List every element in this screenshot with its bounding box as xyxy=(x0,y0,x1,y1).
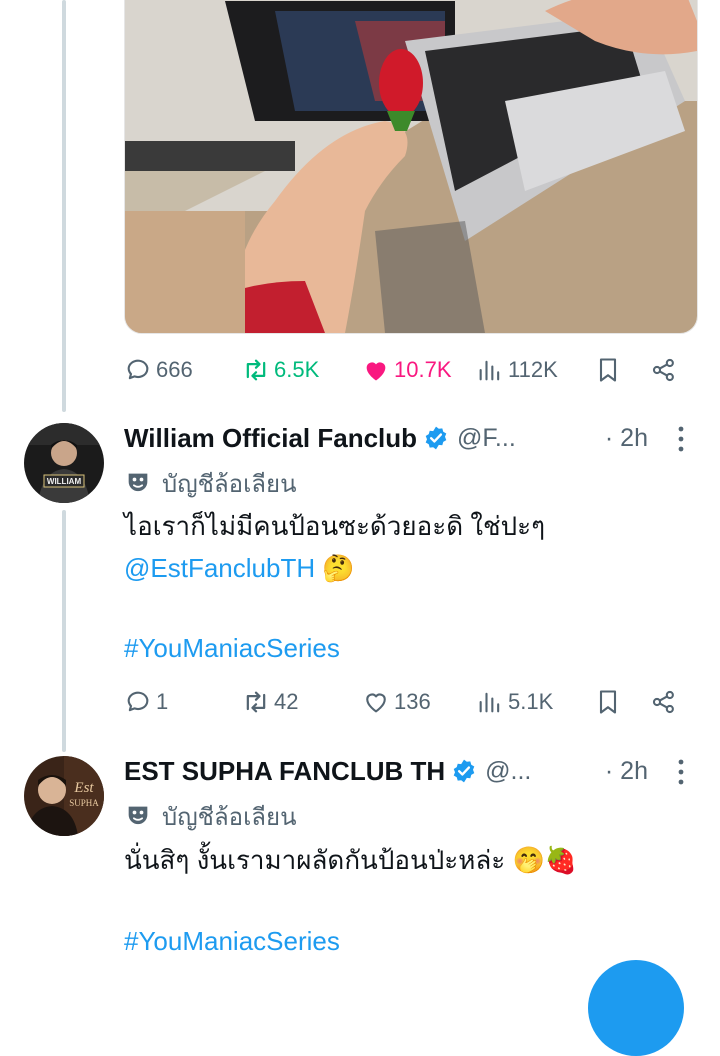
parody-account-label: บัญชีล้อเลียน xyxy=(124,799,296,833)
author-name[interactable]: EST SUPHA FANCLUB TH xyxy=(124,756,445,787)
like-count: 10.7K xyxy=(394,357,452,382)
retweet-icon xyxy=(246,691,266,713)
tweet-time[interactable]: · 2h xyxy=(605,424,648,453)
bookmark-button[interactable] xyxy=(594,682,622,722)
tweet-text-line2: @EstFanclubTH 🤔 xyxy=(124,549,355,588)
parody-mask-icon xyxy=(128,806,148,825)
hashtag-link[interactable]: #YouManiacSeries xyxy=(124,629,340,667)
tweet-text-line1: นั่นสิๆ งั้นเรามาผลัดกันป้อนป่ะหล่ะ 🤭🍓 xyxy=(124,841,577,880)
hashtag-link[interactable]: #YouManiacSeries xyxy=(124,922,340,960)
tweet-text: นั่นสิๆ งั้นเรามาผลัดกันป้อนป่ะหล่ะ xyxy=(124,845,506,875)
photo-laptop-strawberry xyxy=(125,0,697,333)
like-button[interactable]: 136 xyxy=(362,682,431,722)
retweet-button[interactable]: 42 xyxy=(242,682,298,722)
parody-account-label: บัญชีล้อเลียน xyxy=(124,466,296,500)
tweet-media-photo[interactable] xyxy=(124,0,698,334)
views-button[interactable]: 112K xyxy=(476,350,558,390)
reply-icon xyxy=(127,359,149,380)
author-name[interactable]: William Official Fanclub xyxy=(124,423,417,454)
share-button[interactable] xyxy=(650,350,678,390)
author-handle[interactable]: @... xyxy=(485,757,531,786)
views-icon xyxy=(479,692,500,713)
tweet-actions: 1 42 136 5.1K xyxy=(124,682,692,722)
views-button[interactable]: 5.1K xyxy=(476,682,553,722)
mention-link[interactable]: @EstFanclubTH xyxy=(124,553,315,583)
bookmark-icon xyxy=(599,358,617,382)
tweet-text-line1: ไอเราก็ไม่มีคนป้อนซะด้วยอะดิ ใช่ปะๆ xyxy=(124,511,546,541)
views-icon xyxy=(479,360,500,381)
views-count: 112K xyxy=(508,357,558,382)
more-options-icon[interactable] xyxy=(678,426,684,452)
share-button[interactable] xyxy=(650,682,678,722)
bookmark-icon xyxy=(599,690,617,714)
more-options-icon[interactable] xyxy=(678,759,684,785)
share-icon xyxy=(652,690,674,714)
reply-button[interactable]: 666 xyxy=(124,350,193,390)
avatar-est-text: Est xyxy=(73,780,94,796)
reply-count: 1 xyxy=(156,689,169,714)
share-icon xyxy=(652,358,674,382)
emoji-giggle-strawberry: 🤭🍓 xyxy=(512,846,578,876)
compose-fab-button[interactable] xyxy=(588,960,684,1056)
avatar-supha-text: SUPHA xyxy=(69,798,99,808)
tweet-header: EST SUPHA FANCLUB TH @... · 2h xyxy=(124,751,720,791)
bookmark-button[interactable] xyxy=(594,350,622,390)
retweet-count: 42 xyxy=(274,689,299,714)
thread-line-top xyxy=(62,0,66,412)
reply-button[interactable]: 1 xyxy=(124,682,168,722)
verified-badge-icon xyxy=(425,426,447,450)
parody-label-text: บัญชีล้อเลียน xyxy=(162,470,297,498)
reply-count: 666 xyxy=(156,357,193,382)
retweet-button[interactable]: 6.5K xyxy=(242,350,319,390)
retweet-count: 6.5K xyxy=(274,357,320,382)
heart-icon xyxy=(366,693,386,713)
author-handle[interactable]: @F... xyxy=(457,424,516,453)
thread-line-mid xyxy=(62,510,66,752)
avatar-est-supha[interactable]: Est SUPHA xyxy=(24,756,104,836)
tweet-time[interactable]: · 2h xyxy=(605,757,648,786)
avatar-william-text: WILLIAM xyxy=(47,477,82,486)
tweet-header: William Official Fanclub @F... · 2h xyxy=(124,418,720,458)
reply-icon xyxy=(127,691,149,712)
avatar-william[interactable]: WILLIAM xyxy=(24,423,104,503)
heart-filled-icon xyxy=(366,362,386,381)
parody-label-text: บัญชีล้อเลียน xyxy=(162,803,297,831)
views-count: 5.1K xyxy=(508,689,554,714)
first-tweet-actions: 666 6.5K 10.7K 112K xyxy=(124,350,692,390)
parody-mask-icon xyxy=(128,473,148,492)
thinking-emoji: 🤔 xyxy=(322,554,355,584)
like-count: 136 xyxy=(394,689,431,714)
retweet-icon xyxy=(246,359,266,381)
like-button[interactable]: 10.7K xyxy=(362,350,452,390)
verified-badge-icon xyxy=(453,759,475,783)
